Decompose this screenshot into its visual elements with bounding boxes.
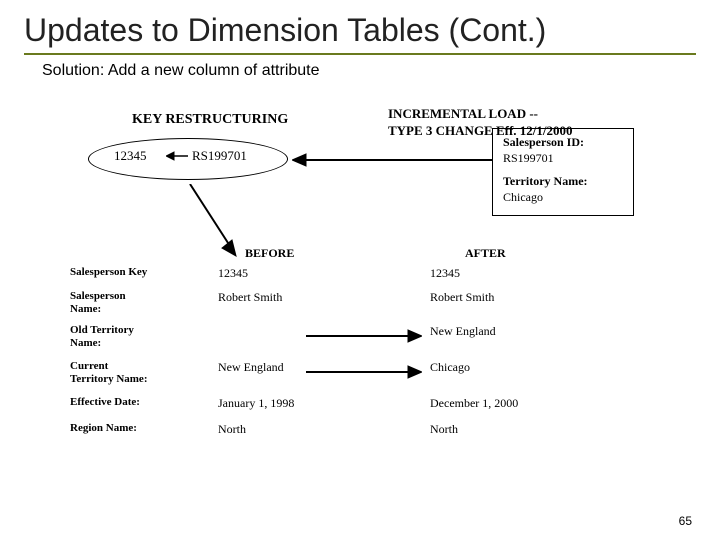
arrow-current-territory-icon (306, 364, 422, 380)
solution-text: Solution: Add a new column of attribute (42, 62, 320, 80)
arrow-box-to-ellipse-icon (292, 152, 492, 168)
row-after: New England (430, 324, 570, 339)
row-after: Robert Smith (430, 290, 570, 305)
ellipse-value-right: RS199701 (192, 148, 247, 164)
row-before: 12345 (218, 266, 358, 281)
key-restructuring-label: KEY RESTRUCTURING (132, 112, 288, 128)
diagram: KEY RESTRUCTURING INCREMENTAL LOAD -- TY… (70, 100, 670, 480)
row-after: 12345 (430, 266, 570, 281)
arrow-ellipse-to-table-icon (170, 184, 250, 260)
table-row: Region Name: North North (70, 422, 650, 442)
title-block: Updates to Dimension Tables (Cont.) (24, 12, 696, 55)
row-label: Region Name: (70, 422, 190, 435)
page-number: 65 (679, 514, 692, 528)
ellipse-arrow-icon (166, 151, 188, 161)
row-label: Salesperson Key (70, 266, 190, 279)
arrow-old-territory-icon (306, 328, 422, 344)
incremental-load-box: Salesperson ID: RS199701 Territory Name:… (492, 128, 634, 216)
incremental-load-line1: INCREMENTAL LOAD -- (388, 106, 538, 121)
row-before: North (218, 422, 358, 437)
box-spid-label: Salesperson ID: (503, 135, 584, 149)
table-row: Salesperson Key 12345 12345 (70, 266, 650, 286)
row-label: Effective Date: (70, 396, 190, 409)
column-header-after: AFTER (465, 246, 506, 261)
row-before: January 1, 1998 (218, 396, 358, 411)
box-terr-label: Territory Name: (503, 174, 588, 188)
row-after: December 1, 2000 (430, 396, 570, 411)
box-terr: Territory Name: Chicago (503, 174, 623, 205)
row-label: Old Territory Name: (70, 324, 190, 349)
title-underline (24, 53, 696, 55)
ellipse-value-left: 12345 (114, 148, 147, 164)
box-spid-value: RS199701 (503, 151, 554, 165)
box-spid: Salesperson ID: RS199701 (503, 135, 623, 166)
slide-title: Updates to Dimension Tables (Cont.) (24, 12, 696, 49)
row-label: Current Territory Name: (70, 360, 190, 385)
row-before: Robert Smith (218, 290, 358, 305)
row-after: North (430, 422, 570, 437)
column-header-before: BEFORE (245, 246, 294, 261)
box-terr-value: Chicago (503, 190, 543, 204)
row-label: Salesperson Name: (70, 290, 190, 315)
table-row: Effective Date: January 1, 1998 December… (70, 396, 650, 416)
table-row: Salesperson Name: Robert Smith Robert Sm… (70, 290, 650, 320)
slide: Updates to Dimension Tables (Cont.) Solu… (0, 0, 720, 540)
row-after: Chicago (430, 360, 570, 375)
